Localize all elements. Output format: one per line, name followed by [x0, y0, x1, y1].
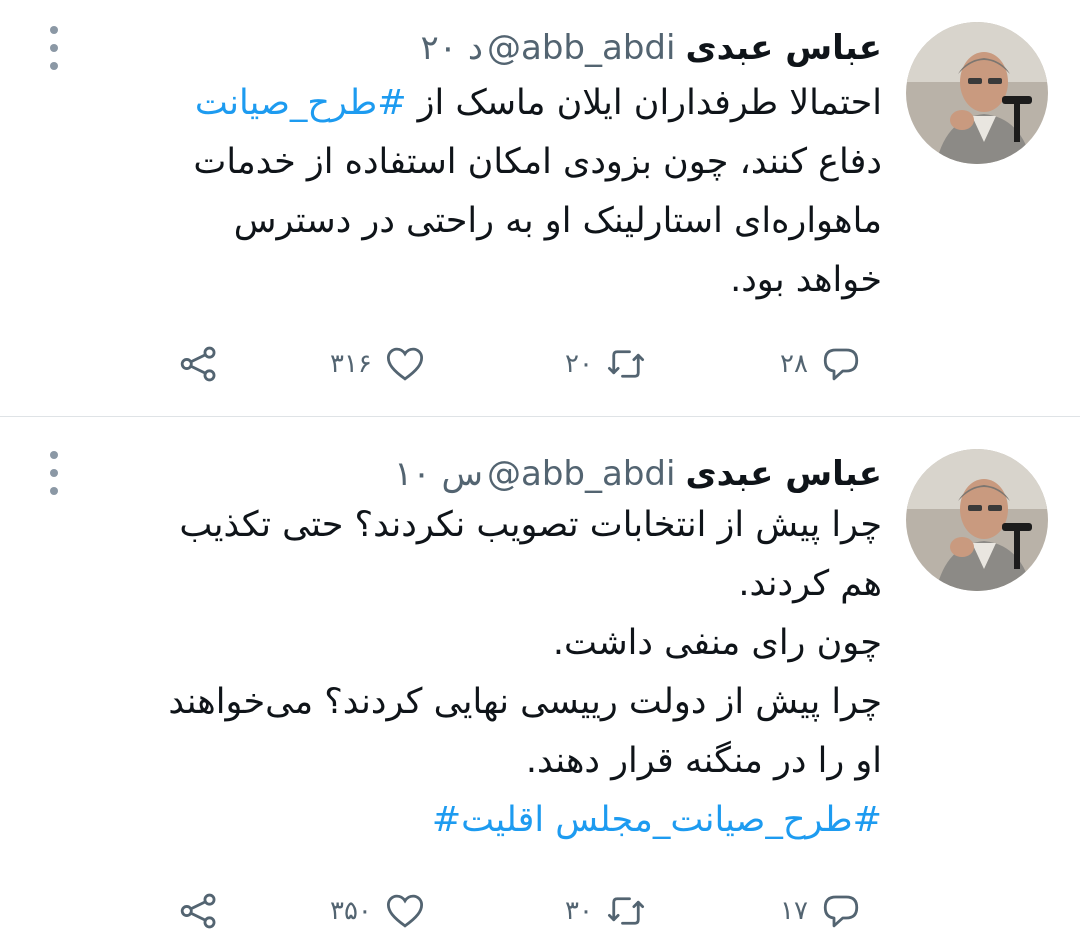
heart-icon [386, 894, 423, 928]
share-button[interactable] [178, 887, 220, 935]
tweet-line: هم کردند. [738, 564, 882, 604]
retweet-count: ۳۰ [565, 896, 593, 926]
tweet-time[interactable]: ۱۰ س [394, 454, 483, 494]
tweet-line: احتمالا طرفداران ایلان ماسک از #طرح_صیان… [102, 74, 882, 133]
retweet-button[interactable]: ۳۰ [565, 887, 647, 935]
tweet[interactable]: عباس عبدی @abb_abdi ۱۰ س چرا پیش از انتخ… [0, 417, 1080, 944]
share-button[interactable] [178, 340, 220, 388]
retweet-button[interactable]: ۲۰ [565, 340, 647, 388]
hashtag-link[interactable]: #طرح_صیانت_مجلس [555, 800, 882, 840]
reply-button[interactable]: ۲۸ [780, 340, 862, 388]
tweet-body: احتمالا طرفداران ایلان ماسک از #طرح_صیان… [102, 74, 882, 310]
tweet-header: عباس عبدی @abb_abdi ۱۰ س [394, 450, 882, 498]
share-icon [180, 893, 216, 929]
author-name[interactable]: عباس عبدی [685, 28, 882, 68]
tweet-actions: ۳۵۰ ۳۰ ۱۷ [0, 887, 1080, 935]
author-name[interactable]: عباس عبدی [685, 454, 882, 494]
avatar[interactable] [906, 449, 1048, 591]
tweet-line: چرا پیش از انتخابات تصویب نکردند؟ حتی تک… [179, 505, 882, 545]
avatar[interactable] [906, 22, 1048, 164]
heart-icon [386, 347, 423, 381]
like-count: ۳۵۰ [330, 896, 372, 926]
author-handle[interactable]: @abb_abdi [487, 28, 675, 68]
tweet-feed: عباس عبدی @abb_abdi ۲۰ د احتمالا طرفدارا… [0, 0, 1080, 944]
retweet-count: ۲۰ [565, 349, 593, 379]
like-button[interactable]: ۳۱۶ [330, 340, 426, 388]
tweet-time[interactable]: ۲۰ د [421, 28, 483, 68]
tweet-line: دفاع کنند، چون بزودی امکان استفاده از خد… [193, 142, 882, 182]
reply-button[interactable]: ۱۷ [780, 887, 862, 935]
tweet-actions: ۳۱۶ ۲۰ ۲۸ [0, 340, 1080, 388]
tweet-line: او را در منگنه قرار دهند. [525, 741, 882, 781]
tweet-line: چرا پیش از دولت رییسی نهایی کردند؟ می‌خو… [168, 682, 882, 722]
tweet[interactable]: عباس عبدی @abb_abdi ۲۰ د احتمالا طرفدارا… [0, 0, 1080, 416]
share-icon [180, 346, 216, 382]
retweet-icon [607, 897, 644, 925]
tweet-line: ماهواره‌ای استارلینک او به راحتی در دستر… [233, 201, 882, 241]
tweet-text: احتمالا طرفداران ایلان ماسک از [406, 83, 882, 123]
tweet-header: عباس عبدی @abb_abdi ۲۰ د [421, 24, 882, 72]
tweet-body: چرا پیش از انتخابات تصویب نکردند؟ حتی تک… [42, 496, 882, 850]
reply-count: ۱۷ [780, 896, 808, 926]
more-vertical-icon[interactable] [44, 26, 64, 70]
tweet-line: چون رای منفی داشت. [552, 623, 882, 663]
reply-icon [823, 895, 859, 928]
avatar-photo [906, 449, 1048, 591]
hashtag-link[interactable]: #طرح_صیانت [195, 83, 407, 123]
retweet-icon [607, 350, 644, 378]
hashtag-link[interactable]: اقلیت# [432, 800, 544, 840]
reply-count: ۲۸ [780, 349, 808, 379]
like-count: ۳۱۶ [330, 349, 372, 379]
tweet-line: خواهد بود. [730, 260, 882, 300]
hashtag-line: #طرح_صیانت_مجلس اقلیت# [42, 791, 882, 850]
author-handle[interactable]: @abb_abdi [487, 454, 675, 494]
avatar-photo [906, 22, 1048, 164]
reply-icon [823, 348, 859, 381]
more-vertical-icon[interactable] [44, 451, 64, 495]
like-button[interactable]: ۳۵۰ [330, 887, 426, 935]
